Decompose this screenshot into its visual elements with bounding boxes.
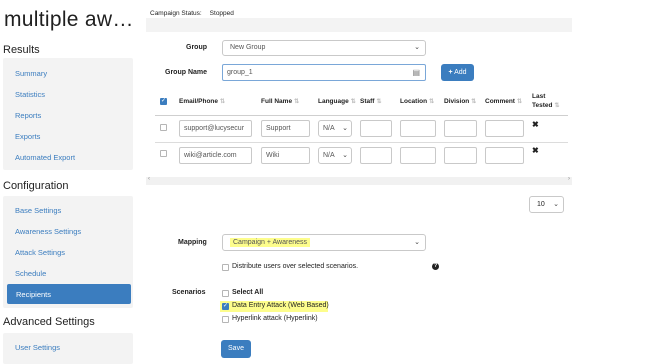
configuration-section-title: Configuration [3, 180, 69, 192]
column-full-name[interactable]: Full Name ⇅ [261, 98, 299, 105]
chevron-down-icon: ⌄ [553, 201, 559, 208]
remove-row-icon[interactable]: ✖ [532, 120, 539, 129]
sidebar-item-recipients[interactable]: Recipients [7, 284, 131, 304]
row-location-input[interactable] [400, 147, 436, 164]
distribute-users-label: Distribute users over selected scenarios… [232, 263, 359, 270]
scenarios-label: Scenarios [172, 289, 206, 296]
select-all-scenarios-label: Select All [232, 289, 264, 296]
help-icon[interactable]: ? [432, 263, 439, 270]
column-last-tested[interactable]: Last Tested ⇅ [532, 92, 560, 111]
results-menu: Summary Statistics Reports Exports Autom… [3, 58, 133, 170]
row-language-select[interactable]: N/A ⌄ [318, 120, 352, 137]
chevron-down-icon: ⌄ [342, 125, 348, 132]
mapping-select[interactable]: Campaign + Awareness ⌄ [222, 234, 426, 251]
row-checkbox[interactable] [160, 150, 167, 157]
select-all-scenarios-checkbox[interactable] [222, 290, 229, 297]
advanced-settings-section-title: Advanced Settings [3, 316, 95, 328]
distribute-users-checkbox[interactable] [222, 264, 229, 271]
sidebar-item-summary[interactable]: Summary [15, 69, 47, 78]
group-name-label: Group Name [165, 69, 208, 76]
column-comment[interactable]: Comment ⇅ [485, 98, 522, 105]
group-label: Group [186, 44, 207, 51]
row-staff-input[interactable] [360, 147, 392, 164]
group-name-input[interactable]: group_1 ▤ [222, 64, 426, 81]
row-staff-input[interactable] [360, 120, 392, 137]
scenario-data-entry-label: Data Entry Attack (Web Based) [232, 302, 329, 309]
row-division-input[interactable] [444, 120, 477, 137]
row-email-input[interactable]: wiki@article.com [179, 147, 252, 164]
table-horizontal-scrollbar[interactable]: ‹ › [146, 176, 572, 185]
row-checkbox[interactable] [160, 124, 167, 131]
campaign-status: Campaign Status: Stopped [150, 10, 234, 17]
scenario-hyperlink-checkbox[interactable] [222, 316, 229, 323]
sidebar-item-base-settings[interactable]: Base Settings [15, 206, 61, 215]
scenario-data-entry-checkbox[interactable] [222, 302, 229, 310]
save-button[interactable]: Save [221, 340, 251, 358]
sidebar-item-automated-export[interactable]: Automated Export [15, 153, 75, 162]
scenario-hyperlink-label: Hyperlink attack (Hyperlink) [232, 315, 318, 322]
column-location[interactable]: Location ⇅ [400, 98, 434, 105]
page-size-select[interactable]: 10 ⌄ [529, 196, 564, 213]
campaign-status-value: Stopped [209, 10, 234, 17]
mapping-select-value: Campaign + Awareness [230, 238, 310, 247]
row-language-select[interactable]: N/A ⌄ [318, 147, 352, 164]
scroll-left-icon[interactable]: ‹ [148, 176, 150, 182]
column-division[interactable]: Division ⇅ [444, 98, 476, 105]
group-select-value: New Group [230, 44, 266, 51]
sidebar-item-exports[interactable]: Exports [15, 132, 40, 141]
advanced-settings-menu: User Settings [3, 333, 133, 364]
plus-icon: + [448, 69, 453, 76]
row-name-input[interactable]: Support [261, 120, 310, 137]
remove-row-icon[interactable]: ✖ [532, 146, 539, 155]
sidebar-item-reports[interactable]: Reports [15, 111, 41, 120]
sidebar-item-recipients-label: Recipients [16, 290, 52, 299]
chevron-down-icon: ⌄ [414, 239, 420, 246]
column-language[interactable]: Language ⇅ [318, 98, 356, 105]
row-location-input[interactable] [400, 120, 436, 137]
configuration-menu: Base Settings Awareness Settings Attack … [3, 196, 133, 308]
row-divider [155, 142, 568, 143]
group-name-value: group_1 [227, 69, 253, 76]
add-group-button[interactable]: + Add [441, 64, 474, 81]
row-comment-input[interactable] [485, 120, 524, 137]
row-email-input[interactable]: support@lucysecur [179, 120, 252, 137]
header-strip [146, 18, 572, 32]
sidebar-item-awareness-settings[interactable]: Awareness Settings [15, 227, 81, 236]
sidebar-item-statistics[interactable]: Statistics [15, 90, 45, 99]
mapping-label: Mapping [178, 239, 207, 246]
campaign-title: multiple aw… [4, 8, 134, 31]
chevron-down-icon: ⌄ [414, 44, 420, 51]
row-name-input[interactable]: Wiki [261, 147, 310, 164]
group-select[interactable]: New Group ⌄ [222, 40, 426, 56]
contact-card-icon: ▤ [412, 68, 420, 77]
select-all-rows-checkbox[interactable] [160, 97, 167, 105]
table-header-divider [155, 115, 568, 116]
chevron-down-icon: ⌄ [342, 152, 348, 159]
sidebar-item-attack-settings[interactable]: Attack Settings [15, 248, 65, 257]
campaign-status-label: Campaign Status: [150, 10, 202, 17]
sidebar-item-user-settings[interactable]: User Settings [15, 343, 60, 352]
column-staff[interactable]: Staff ⇅ [360, 98, 381, 105]
scroll-right-icon[interactable]: › [568, 176, 570, 182]
sidebar-item-schedule[interactable]: Schedule [15, 269, 46, 278]
row-division-input[interactable] [444, 147, 477, 164]
row-comment-input[interactable] [485, 147, 524, 164]
column-email[interactable]: Email/Phone ⇅ [179, 98, 225, 105]
results-section-title: Results [3, 44, 40, 56]
